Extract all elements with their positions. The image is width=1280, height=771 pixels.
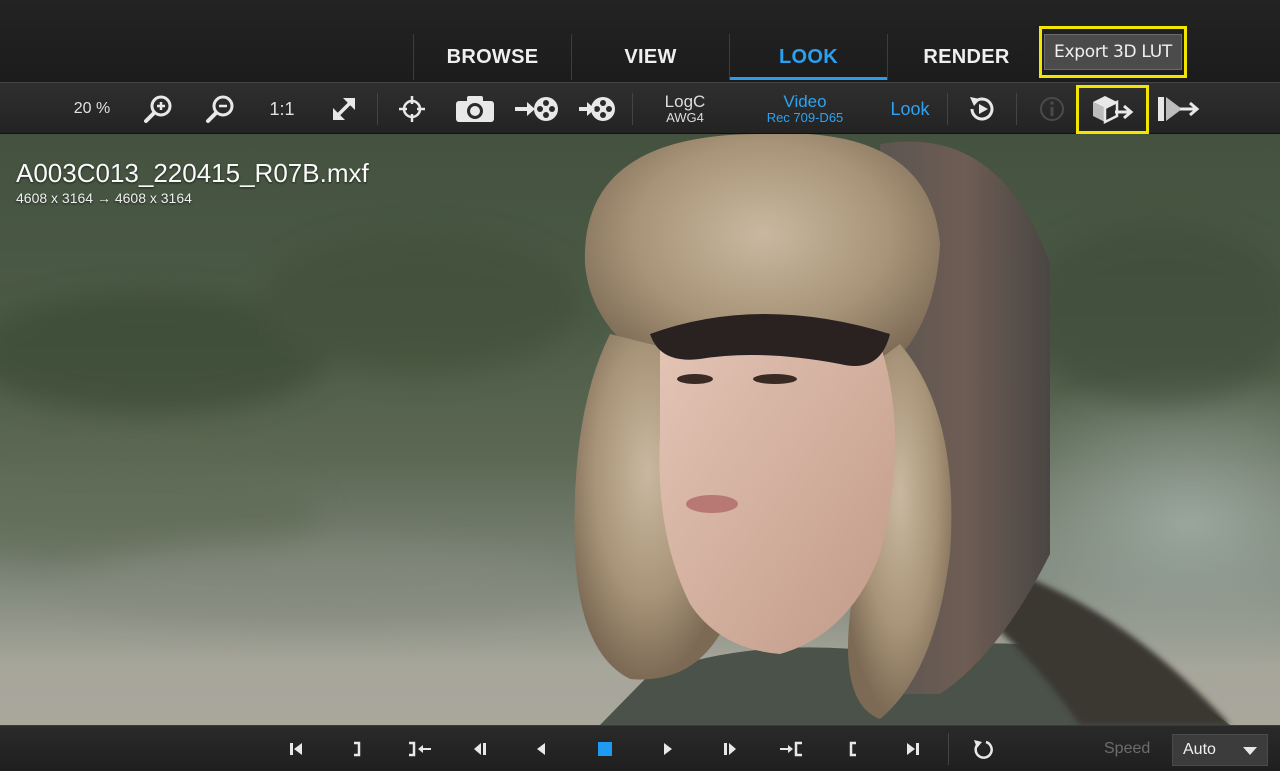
zoom-out-icon xyxy=(206,95,234,123)
go-to-in-point-button[interactable] xyxy=(339,726,375,771)
image-viewer[interactable]: A003C013_220415_R07B.mxf 4608 x 3164 → 4… xyxy=(0,134,1280,725)
chevron-down-icon xyxy=(1243,747,1257,755)
one-to-one-button[interactable]: 1:1 xyxy=(262,83,302,135)
top-navigation-bar: BROWSE VIEW LOOK RENDER Export 3D LUT xyxy=(0,0,1280,80)
export-3d-lut-tooltip: Export 3D LUT xyxy=(1044,34,1182,70)
zoom-in-icon xyxy=(144,95,172,123)
step-forward-icon xyxy=(724,743,736,755)
export-frame-icon xyxy=(515,97,558,121)
play-reverse-button[interactable] xyxy=(523,726,559,771)
clip-filename: A003C013_220415_R07B.mxf xyxy=(16,158,369,188)
export-look-icon xyxy=(1158,97,1200,121)
look-button[interactable]: Look xyxy=(884,83,936,135)
speed-dropdown[interactable]: Auto xyxy=(1172,734,1268,766)
play-icon xyxy=(664,743,672,755)
transport-separator xyxy=(948,733,949,765)
set-in-point-icon xyxy=(780,741,802,757)
toolbar-separator xyxy=(1016,93,1017,125)
snapshot-button[interactable] xyxy=(453,83,497,135)
export-3d-lut-button[interactable] xyxy=(1082,83,1144,135)
toolbar-separator xyxy=(632,93,633,125)
loop-button[interactable] xyxy=(966,726,1002,771)
clip-resolution: 4608 x 3164 → 4608 x 3164 xyxy=(16,190,192,206)
previous-frame-button[interactable] xyxy=(462,726,498,771)
skip-to-start-icon xyxy=(290,743,302,755)
set-out-point-icon xyxy=(409,741,431,757)
tab-browse[interactable]: BROWSE xyxy=(413,34,571,80)
import-frame-button[interactable] xyxy=(574,83,624,135)
next-frame-button[interactable] xyxy=(712,726,748,771)
stop-icon xyxy=(598,742,612,756)
clip-frame-image xyxy=(0,134,1280,725)
speed-value: Auto xyxy=(1183,741,1216,758)
output-color-space-button[interactable]: Video Rec 709-D65 xyxy=(752,83,858,135)
play-reverse-icon xyxy=(537,743,545,755)
go-to-start-button[interactable] xyxy=(278,726,314,771)
set-in-point-button[interactable] xyxy=(773,726,809,771)
fit-icon xyxy=(333,98,355,120)
input-color-space-button[interactable]: LogC AWG4 xyxy=(650,83,720,135)
toolbar-separator xyxy=(377,93,378,125)
reset-look-icon xyxy=(970,97,994,121)
crosshair-button[interactable] xyxy=(392,83,432,135)
step-back-icon xyxy=(474,743,486,755)
tab-view[interactable]: VIEW xyxy=(571,34,729,80)
export-frame-button[interactable] xyxy=(512,83,562,135)
set-out-point-button[interactable] xyxy=(402,726,438,771)
crosshair-icon xyxy=(399,96,425,122)
fit-button[interactable] xyxy=(324,83,364,135)
input-gamut-label: AWG4 xyxy=(666,110,704,126)
stop-button[interactable] xyxy=(587,726,623,771)
output-gamut-label: Rec 709-D65 xyxy=(766,110,844,126)
speed-label: Speed xyxy=(1104,740,1151,757)
output-color-space-label: Video xyxy=(783,92,827,112)
viewer-toolbar: 20 % 1:1 LogC AWG4 Video Rec 709-D65 Loo… xyxy=(0,82,1280,134)
skip-to-end-icon xyxy=(907,743,919,755)
toolbar-separator xyxy=(947,93,948,125)
export-3d-lut-icon xyxy=(1093,96,1134,125)
tab-render[interactable]: RENDER xyxy=(887,34,1045,80)
zoom-out-button[interactable] xyxy=(200,83,240,135)
transport-bar: Speed Auto xyxy=(0,725,1280,771)
play-forward-button[interactable] xyxy=(650,726,686,771)
zoom-level: 20 % xyxy=(73,100,111,117)
clip-info-overlay: A003C013_220415_R07B.mxf 4608 x 3164 → 4… xyxy=(16,158,369,206)
tooltip-highlight: Export 3D LUT xyxy=(1039,26,1187,78)
go-to-end-button[interactable] xyxy=(895,726,931,771)
export-look-button[interactable] xyxy=(1152,83,1204,135)
loop-icon xyxy=(974,740,993,759)
info-icon xyxy=(1040,97,1064,121)
out-bracket-icon xyxy=(849,741,856,757)
workspace-tabs: BROWSE VIEW LOOK RENDER xyxy=(413,34,1045,80)
zoom-in-button[interactable] xyxy=(138,83,178,135)
reset-look-button[interactable] xyxy=(962,83,1002,135)
import-frame-icon xyxy=(579,97,615,121)
input-color-space-label: LogC xyxy=(664,92,706,112)
camera-icon xyxy=(456,96,494,122)
info-button[interactable] xyxy=(1034,83,1070,135)
in-bracket-icon xyxy=(354,741,361,757)
go-to-out-point-button[interactable] xyxy=(835,726,871,771)
tab-look[interactable]: LOOK xyxy=(729,34,887,80)
